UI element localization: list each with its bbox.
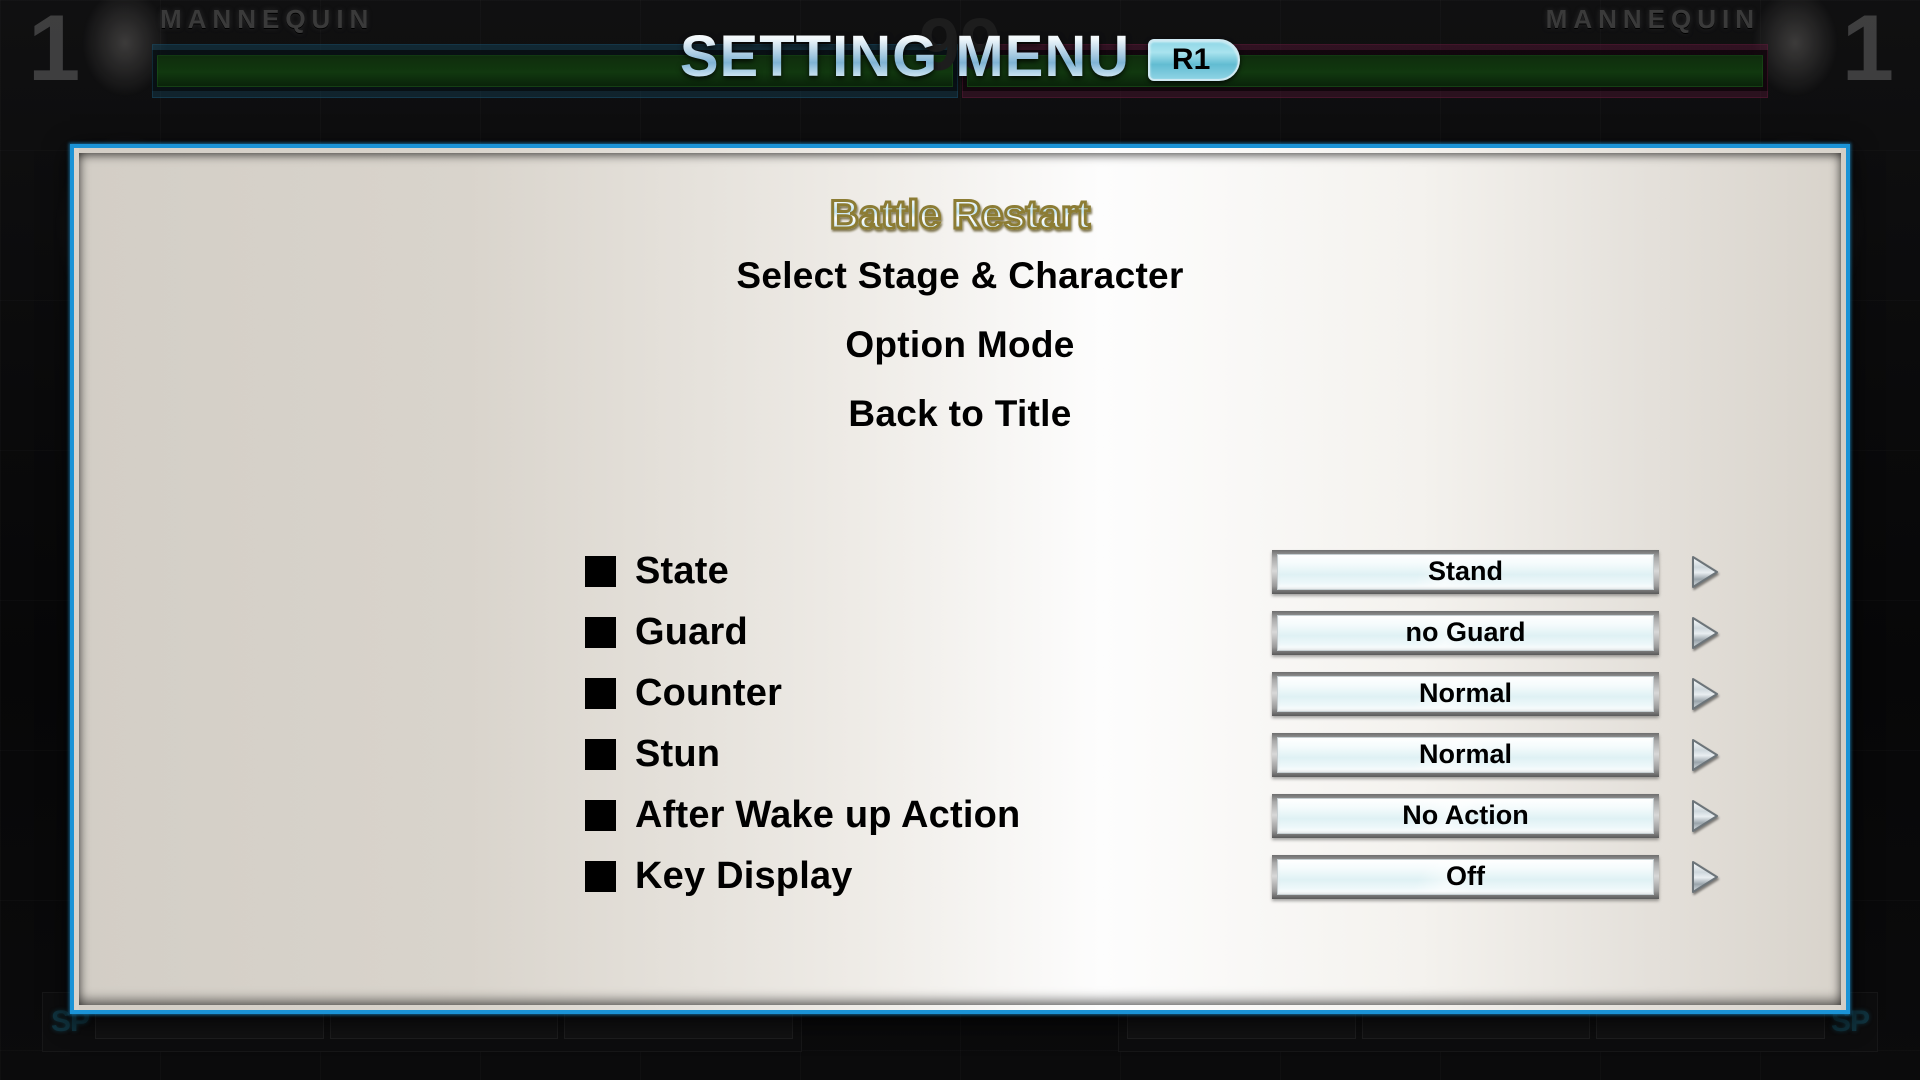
setting-row-counter[interactable]: Counter Normal bbox=[79, 663, 1841, 724]
setting-row-guard[interactable]: Guard no Guard bbox=[79, 602, 1841, 663]
setting-value-after-wake-up-action: No Action bbox=[1277, 797, 1654, 834]
menu-item-battle-restart[interactable]: Battle Restart bbox=[79, 194, 1841, 237]
setting-value-counter: Normal bbox=[1277, 675, 1654, 712]
menu-item-option-mode[interactable]: Option Mode bbox=[79, 326, 1841, 363]
next-value-arrow-icon-after-wake-up-action[interactable] bbox=[1684, 796, 1724, 836]
setting-label-counter: Counter bbox=[635, 672, 783, 714]
setting-value-state: Stand bbox=[1277, 553, 1654, 590]
menu-header: SETTING MENU R1 bbox=[0, 0, 1920, 116]
setting-label-state: State bbox=[635, 550, 729, 592]
page-title: SETTING MENU bbox=[680, 23, 1130, 94]
next-value-arrow-icon-guard[interactable] bbox=[1684, 613, 1724, 653]
next-value-arrow-icon-state[interactable] bbox=[1684, 552, 1724, 592]
setting-row-state[interactable]: State Stand bbox=[79, 541, 1841, 602]
next-value-arrow-icon-stun[interactable] bbox=[1684, 735, 1724, 775]
setting-row-key-display[interactable]: Key Display Off bbox=[79, 846, 1841, 907]
r1-button-hint-badge[interactable]: R1 bbox=[1148, 39, 1241, 81]
bullet-square-icon bbox=[585, 617, 616, 648]
menu-item-back-to-title[interactable]: Back to Title bbox=[79, 395, 1841, 432]
next-value-arrow-icon-key-display[interactable] bbox=[1684, 857, 1724, 897]
setting-value-key-display: Off bbox=[1277, 858, 1654, 895]
setting-value-box-state[interactable]: Stand bbox=[1272, 549, 1659, 594]
settings-list: State Stand Guard no Guard Counter Normal Stun… bbox=[79, 541, 1841, 907]
bullet-square-icon bbox=[585, 861, 616, 892]
setting-value-box-guard[interactable]: no Guard bbox=[1272, 610, 1659, 655]
setting-label-key-display: Key Display bbox=[635, 855, 853, 897]
setting-label-stun: Stun bbox=[635, 733, 721, 775]
panel-inner-surface: Battle Restart Select Stage & Character Op… bbox=[74, 148, 1846, 1010]
setting-value-stun: Normal bbox=[1277, 736, 1654, 773]
setting-label-guard: Guard bbox=[635, 611, 748, 653]
setting-value-box-stun[interactable]: Normal bbox=[1272, 732, 1659, 777]
setting-row-stun[interactable]: Stun Normal bbox=[79, 724, 1841, 785]
setting-value-guard: no Guard bbox=[1277, 614, 1654, 651]
setting-label-after-wake-up-action: After Wake up Action bbox=[635, 794, 1021, 836]
setting-menu-panel: Battle Restart Select Stage & Character Op… bbox=[70, 144, 1850, 1014]
menu-item-list: Battle Restart Select Stage & Character Op… bbox=[79, 194, 1841, 464]
bullet-square-icon bbox=[585, 678, 616, 709]
bullet-square-icon bbox=[585, 739, 616, 770]
game-screen: 1 1 MANNEQUIN MANNEQUIN 99 SP SP SETTING… bbox=[0, 0, 1920, 1080]
setting-row-after-wake-up-action[interactable]: After Wake up Action No Action bbox=[79, 785, 1841, 846]
bullet-square-icon bbox=[585, 556, 616, 587]
next-value-arrow-icon-counter[interactable] bbox=[1684, 674, 1724, 714]
setting-value-box-after-wake-up-action[interactable]: No Action bbox=[1272, 793, 1659, 838]
menu-item-select-stage-character[interactable]: Select Stage & Character bbox=[79, 257, 1841, 294]
setting-value-box-counter[interactable]: Normal bbox=[1272, 671, 1659, 716]
setting-value-box-key-display[interactable]: Off bbox=[1272, 854, 1659, 899]
bullet-square-icon bbox=[585, 800, 616, 831]
